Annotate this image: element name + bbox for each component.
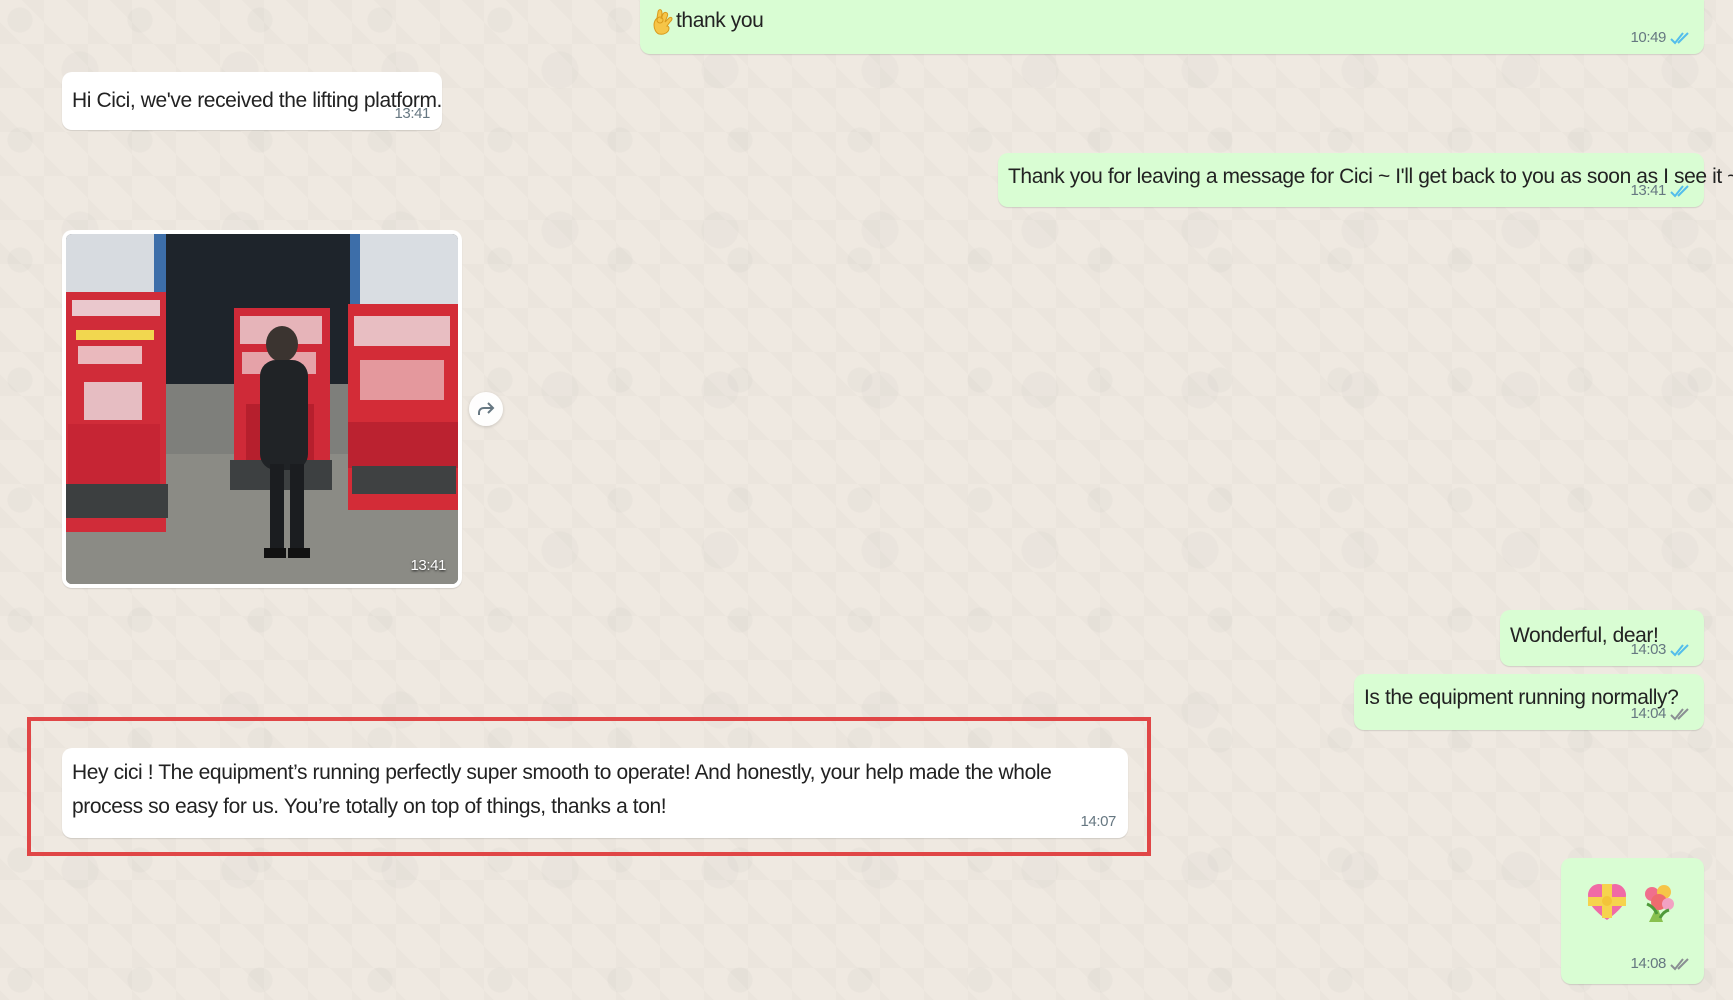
message-time: 10:49 — [1630, 29, 1666, 46]
message-text: Hey cici ! The equipment’s running perfe… — [72, 761, 1052, 818]
image-time: 13:41 — [410, 557, 446, 574]
message-meta: 14:08 — [1630, 955, 1692, 972]
message-meta: 13:41 — [394, 105, 430, 122]
message-text: Thank you for leaving a message for Cici… — [1008, 165, 1733, 188]
forward-button[interactable] — [469, 392, 503, 426]
message-bubble-outgoing[interactable]: Thank you for leaving a message for Cici… — [998, 153, 1733, 207]
emoji-message-bubble[interactable]: 14:08 — [1561, 858, 1704, 984]
emoji-group — [1585, 880, 1679, 924]
double-check-icon — [1670, 957, 1692, 971]
bouquet-icon — [1645, 885, 1674, 922]
message-bubble-outgoing[interactable]: thank you 10:49 — [640, 0, 1704, 54]
message-meta: 10:49 — [1630, 29, 1692, 46]
message-meta: 14:07 — [1080, 813, 1116, 830]
message-bubble-incoming-highlighted[interactable]: Hey cici ! The equipment’s running perfe… — [62, 748, 1128, 838]
double-check-icon — [1670, 184, 1692, 198]
message-time: 14:08 — [1630, 955, 1666, 972]
double-check-icon — [1670, 31, 1692, 45]
message-time: 14:03 — [1630, 641, 1666, 658]
double-check-icon — [1670, 707, 1692, 721]
message-meta: 14:03 — [1630, 641, 1692, 658]
warehouse-photo[interactable]: 13:41 — [66, 234, 458, 584]
message-bubble-incoming[interactable]: Hi Cici, we've received the lifting plat… — [62, 72, 442, 130]
message-text: Hi Cici, we've received the lifting plat… — [72, 89, 442, 112]
message-bubble-outgoing[interactable]: Is the equipment running normally? 14:04 — [1354, 674, 1704, 730]
double-check-icon — [1670, 643, 1692, 657]
message-time: 14:04 — [1630, 705, 1666, 722]
ok-hand-icon — [652, 6, 674, 36]
message-meta: 13:41 — [1630, 182, 1692, 199]
message-text: thank you — [676, 9, 764, 32]
forward-icon — [478, 402, 495, 415]
message-time: 14:07 — [1080, 813, 1116, 830]
message-bubble-outgoing[interactable]: Wonderful, dear! 14:03 — [1500, 610, 1704, 666]
message-time: 13:41 — [394, 105, 430, 122]
image-message-bubble[interactable]: 13:41 — [62, 230, 462, 588]
message-meta: 14:04 — [1630, 705, 1692, 722]
message-time: 13:41 — [1630, 182, 1666, 199]
heart-with-ribbon-icon — [1588, 884, 1626, 920]
